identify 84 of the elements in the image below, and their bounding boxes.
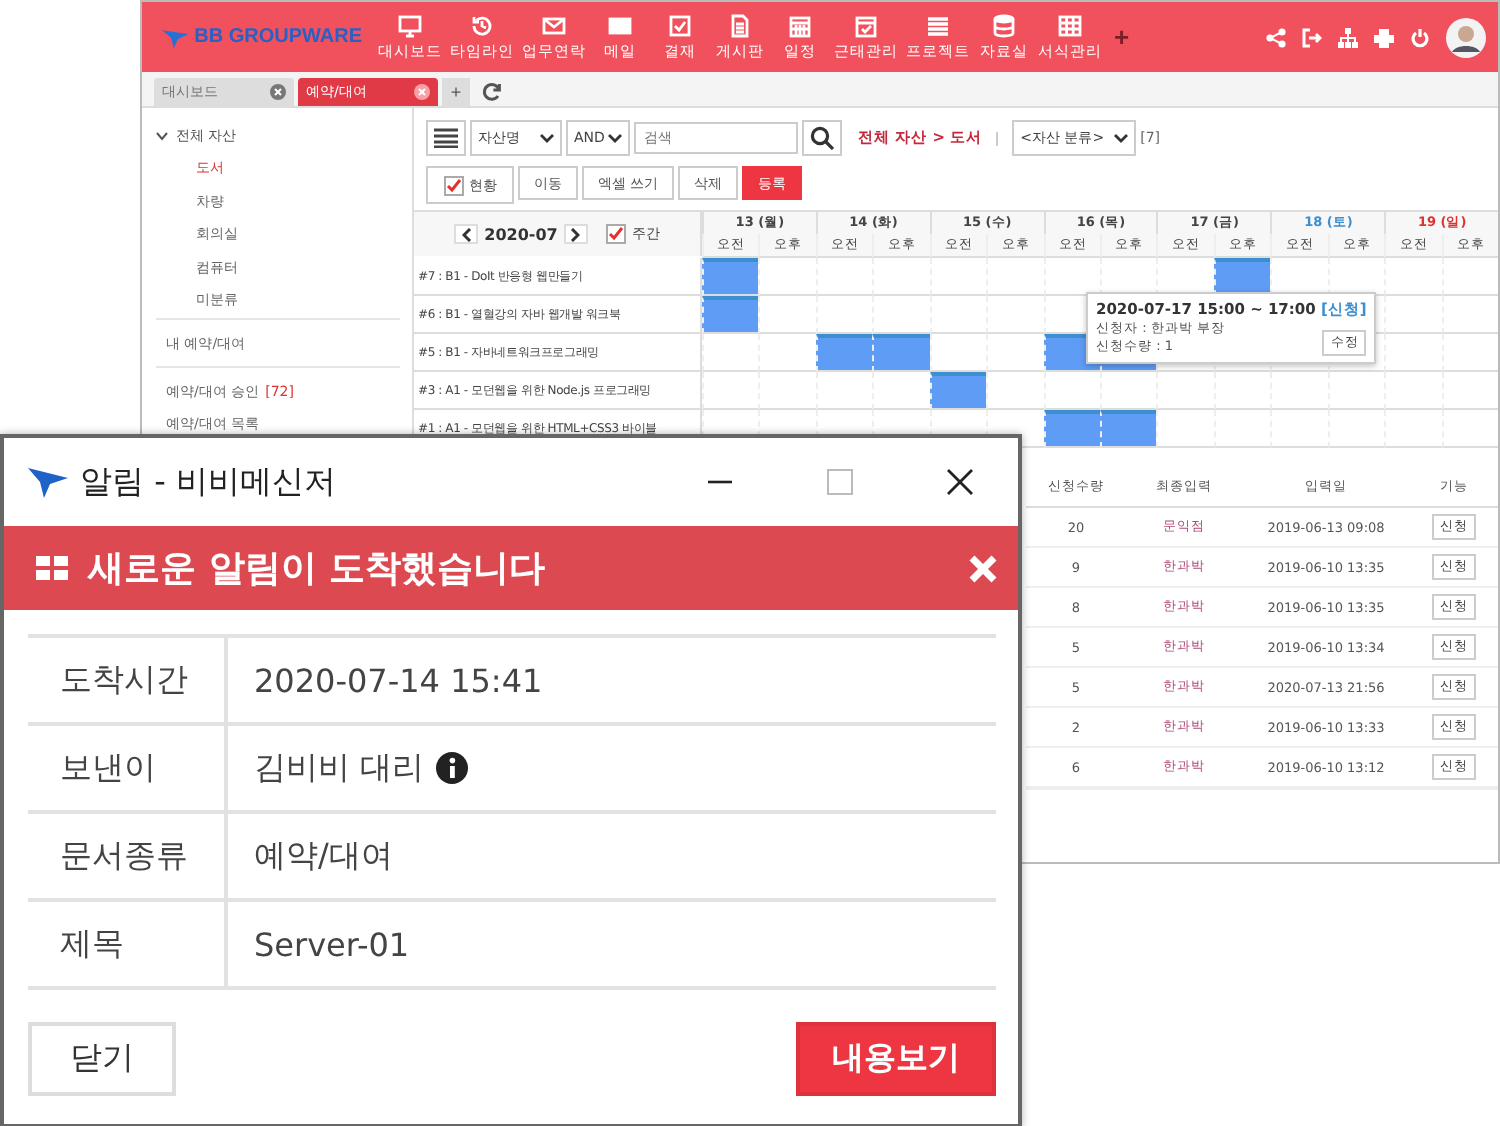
database-icon	[992, 13, 1016, 37]
empty-slot[interactable]	[1156, 372, 1214, 410]
empty-slot[interactable]	[1384, 334, 1442, 372]
empty-slot[interactable]	[702, 334, 759, 372]
empty-slot[interactable]	[1441, 372, 1498, 410]
previous-button[interactable]	[454, 224, 479, 244]
chevron-left-icon	[461, 227, 472, 241]
weekly-checkbox[interactable]	[605, 224, 626, 244]
chevron-icon	[1114, 133, 1129, 143]
empty-slot[interactable]	[929, 258, 987, 296]
empty-slot[interactable]	[1384, 372, 1442, 410]
empty-slot[interactable]	[986, 258, 1044, 296]
chevron-icon	[540, 133, 554, 143]
empty-slot[interactable]	[1441, 334, 1498, 372]
grid-icon	[1058, 13, 1082, 37]
chevron-right-icon	[570, 227, 581, 241]
avatar-icon[interactable]	[1446, 17, 1486, 57]
chevron-icon	[156, 130, 168, 142]
booking-block[interactable]	[1043, 410, 1100, 448]
search-button[interactable]	[802, 120, 842, 156]
field-value: 김비비 대리	[254, 747, 425, 789]
empty-slot[interactable]	[1441, 296, 1498, 334]
info-icon[interactable]	[436, 752, 469, 784]
field-value: 예약/대여	[254, 835, 393, 877]
history-icon	[470, 13, 494, 37]
next-button[interactable]	[563, 224, 588, 244]
logo-text: BB GROUPWARE	[194, 26, 362, 48]
list-icon	[926, 13, 950, 37]
field-value: 2020-07-14 15:41	[254, 661, 543, 699]
maximize-icon[interactable]	[826, 468, 854, 496]
empty-slot[interactable]	[1213, 410, 1271, 448]
empty-slot[interactable]	[1327, 372, 1385, 410]
banner-text: 새로운 알림이 도착했습니다	[88, 546, 546, 592]
grid-icon	[36, 556, 68, 580]
empty-slot[interactable]	[758, 372, 816, 410]
field-label: 문서종류	[28, 814, 228, 898]
empty-slot[interactable]	[1441, 410, 1498, 448]
view-content-button[interactable]: 내용보기	[796, 1022, 996, 1096]
empty-slot[interactable]	[1441, 258, 1498, 296]
field-value: Server-01	[254, 925, 410, 963]
empty-slot[interactable]	[815, 258, 873, 296]
booking-block[interactable]	[815, 334, 873, 372]
add-tab-button[interactable]: +	[442, 78, 470, 106]
empty-slot[interactable]	[1213, 372, 1271, 410]
empty-slot[interactable]	[1384, 296, 1442, 334]
window-title: 알림 - 비비메신저	[80, 461, 336, 503]
empty-slot[interactable]	[1384, 258, 1442, 296]
empty-slot[interactable]	[1270, 410, 1328, 448]
field-label: 보낸이	[28, 726, 228, 810]
power-icon[interactable]	[1410, 27, 1430, 47]
close-icon[interactable]	[946, 468, 974, 496]
empty-slot[interactable]	[929, 296, 987, 334]
empty-slot[interactable]	[815, 372, 873, 410]
close-button[interactable]: 닫기	[28, 1022, 176, 1096]
checkbox-icon	[668, 13, 692, 37]
booking-block[interactable]	[702, 258, 759, 296]
sitemap-icon[interactable]	[1338, 27, 1358, 47]
sign-out-icon[interactable]	[1302, 27, 1322, 47]
chevron-icon	[608, 133, 622, 143]
empty-slot[interactable]	[702, 372, 759, 410]
booking-block[interactable]	[702, 296, 759, 334]
check-icon	[445, 177, 461, 193]
booking-block[interactable]	[1100, 410, 1157, 448]
booking-block[interactable]	[929, 372, 987, 410]
menu-icon	[434, 128, 458, 148]
menu-button[interactable]	[426, 120, 466, 156]
share-icon[interactable]	[1266, 27, 1286, 47]
document-icon	[728, 13, 752, 37]
field-label: 제목	[28, 902, 228, 986]
calendar-icon	[788, 13, 812, 37]
empty-slot[interactable]	[1384, 410, 1442, 448]
empty-slot[interactable]	[872, 258, 930, 296]
month-label: 2020-07	[484, 225, 558, 243]
field-label: 도착시간	[28, 638, 228, 722]
mail-icon	[608, 13, 632, 37]
booking-block[interactable]	[872, 334, 930, 372]
refresh-icon[interactable]	[482, 82, 502, 102]
empty-slot[interactable]	[1327, 410, 1385, 448]
envelope-icon	[542, 13, 566, 37]
calendar-check-icon	[854, 13, 878, 37]
monitor-icon	[398, 13, 422, 37]
bird-logo-icon	[28, 466, 68, 498]
check-icon	[607, 226, 624, 242]
empty-slot[interactable]	[1270, 372, 1328, 410]
